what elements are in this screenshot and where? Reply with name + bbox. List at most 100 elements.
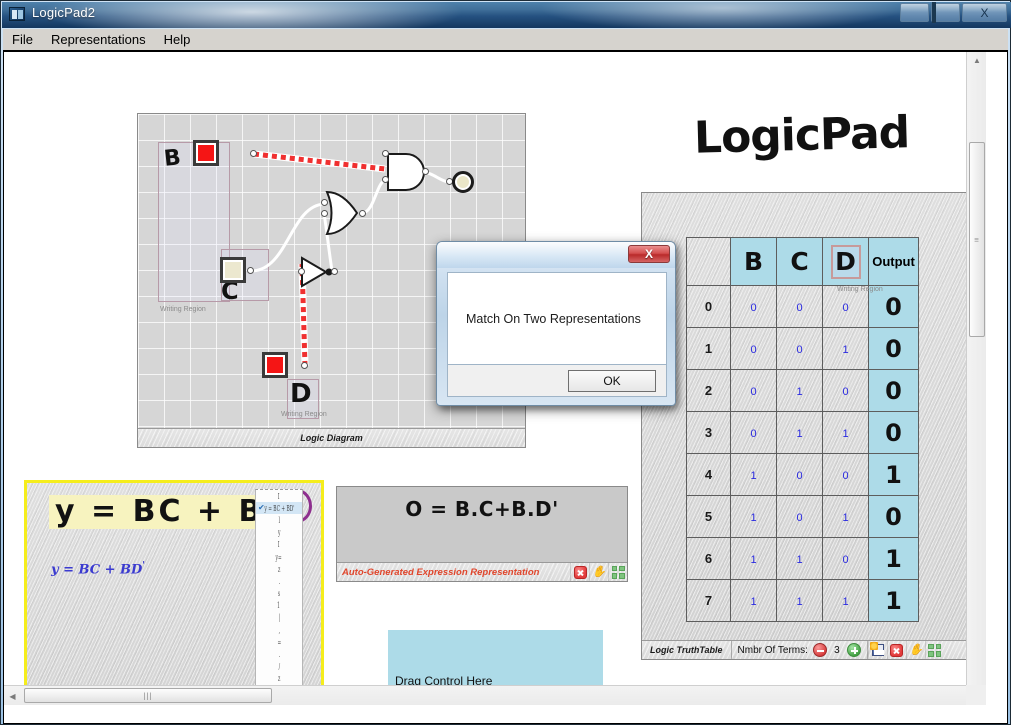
pin-and-in1[interactable]	[382, 150, 389, 157]
candidate-item-selected[interactable]: ✔ y = BC + BD'	[256, 502, 302, 515]
close-button[interactable]: X	[962, 3, 1007, 22]
delete-button[interactable]	[886, 641, 906, 659]
scroll-left-button[interactable]: ◀	[4, 686, 21, 705]
save-button[interactable]	[867, 641, 887, 659]
candidate-item[interactable]: 1	[256, 600, 302, 612]
header-b[interactable]: B	[730, 237, 777, 286]
arrange-button[interactable]	[924, 641, 944, 659]
scroll-up-button[interactable]: ▲	[967, 52, 986, 69]
truthtable-body[interactable]: B C D Output 0 0 0 0 0 1 0 0 1 0 2 0 1 0…	[642, 193, 980, 640]
candidate-item[interactable]: .	[256, 648, 302, 660]
candidate-item[interactable]: I	[256, 539, 302, 551]
table-row[interactable]: 5 1 0 1 0	[686, 495, 919, 538]
terms-control: Nmbr Of Terms: 3	[730, 641, 868, 659]
pan-button[interactable]: ✋	[589, 563, 608, 581]
maximize-button[interactable]	[931, 2, 960, 23]
logic-truthtable-panel[interactable]: B C D Output 0 0 0 0 0 1 0 0 1 0 2 0 1 0…	[641, 192, 981, 660]
increment-terms-button[interactable]	[846, 643, 861, 657]
dialog-ok-button[interactable]: OK	[568, 369, 656, 392]
candidate-item[interactable]: z	[256, 563, 302, 575]
grid-icon	[928, 643, 942, 657]
pin-or-in2[interactable]	[321, 210, 328, 217]
led-output[interactable]	[452, 171, 474, 193]
candidate-item[interactable]: l	[256, 514, 302, 526]
table-row[interactable]: 6 1 1 0 1	[686, 537, 919, 580]
save-icon	[869, 642, 884, 656]
pin-and-out[interactable]	[422, 168, 429, 175]
menu-item-representations[interactable]: Representations	[42, 30, 155, 49]
candidate-item[interactable]: ,	[256, 624, 302, 636]
pin-or-in1[interactable]	[321, 199, 328, 206]
table-row[interactable]: 4 1 0 0 1	[686, 453, 919, 496]
table-row[interactable]: 2 0 1 0 0	[686, 369, 919, 412]
pin-not-out[interactable]	[331, 268, 338, 275]
horizontal-scroll-thumb[interactable]: |||	[24, 688, 272, 703]
row-index: 4	[704, 466, 713, 482]
cell-d: 1	[842, 343, 849, 356]
header-b-label: B	[743, 247, 764, 276]
horizontal-scrollbar[interactable]: ◀ |||	[4, 685, 986, 705]
candidate-item[interactable]: s	[256, 588, 302, 600]
cell-c: 0	[796, 469, 803, 482]
logic-expression-panel[interactable]: y = BC + BD ' y = BC + BD' I ✔y = BC + B…	[24, 480, 324, 705]
recognized-expression-text: y = BC + BD	[51, 562, 143, 578]
menu-item-help[interactable]: Help	[155, 30, 200, 49]
window-title: LogicPad2	[32, 5, 96, 20]
minimize-button[interactable]	[900, 3, 929, 22]
candidate-item[interactable]: |	[256, 612, 302, 624]
pin-switch-d-out[interactable]	[301, 362, 308, 369]
cell-c: 0	[796, 511, 803, 524]
cell-b: 0	[750, 301, 757, 314]
row-index: 3	[704, 424, 713, 440]
table-row[interactable]: 1 0 0 1 0	[686, 327, 919, 370]
pin-and-in2[interactable]	[382, 176, 389, 183]
dialog-message: Match On Two Representations	[466, 311, 641, 326]
dialog-close-button[interactable]: X	[628, 245, 670, 263]
auto-expression-footer: Auto-Generated Expression Representation…	[337, 562, 627, 581]
auto-expression-body: O = B.C+B.D'	[337, 487, 627, 562]
close-icon: X	[644, 247, 654, 261]
candidate-item[interactable]: =	[256, 636, 302, 648]
vertical-scroll-thumb[interactable]: ≡	[969, 142, 985, 337]
candidate-item[interactable]: /	[256, 661, 302, 673]
truth-table[interactable]: B C D Output 0 0 0 0 0 1 0 0 1 0 2 0 1 0…	[686, 237, 919, 622]
candidate-label: .	[278, 576, 280, 586]
cell-output: 1	[885, 544, 902, 573]
delete-button[interactable]	[570, 563, 589, 581]
cell-d: 0	[842, 301, 849, 314]
cell-c: 1	[796, 427, 803, 440]
scroll-thumb-grip: ≡	[974, 235, 980, 244]
table-row[interactable]: 7 1 1 1 1	[686, 579, 919, 622]
table-row[interactable]: 0 0 0 0 0	[686, 285, 919, 328]
auto-expression-panel[interactable]: O = B.C+B.D' Auto-Generated Expression R…	[336, 486, 628, 582]
candidate-item[interactable]: I	[256, 490, 302, 502]
table-row[interactable]: 3 0 1 1 0	[686, 411, 919, 454]
pin-switch-c-out[interactable]	[247, 267, 254, 274]
header-d[interactable]: D	[822, 237, 869, 286]
terms-label: Nmbr Of Terms:	[737, 644, 808, 656]
candidate-item[interactable]: y	[256, 527, 302, 539]
auto-expression-footer-buttons: ✋	[570, 563, 627, 581]
header-d-label: D	[835, 247, 856, 276]
switch-b[interactable]	[193, 140, 219, 166]
candidate-label: =	[277, 637, 281, 647]
menu-item-file[interactable]: File	[3, 30, 42, 49]
switch-d[interactable]	[262, 352, 288, 378]
cell-d: 0	[842, 385, 849, 398]
pin-switch-b-out[interactable]	[250, 150, 257, 157]
decrement-terms-button[interactable]	[812, 643, 827, 657]
cell-b: 1	[750, 469, 757, 482]
pan-button[interactable]: ✋	[905, 641, 925, 659]
arrange-button[interactable]	[608, 563, 627, 581]
cell-c: 1	[796, 553, 803, 566]
cell-d: 1	[842, 595, 849, 608]
candidate-item[interactable]: y=	[256, 551, 302, 563]
recognition-candidate-list[interactable]: I ✔ y = BC + BD' l y I y= z . s 1 | , = .…	[255, 489, 303, 697]
candidate-item[interactable]: .	[256, 575, 302, 587]
truthtable-footer: Logic TruthTable Nmbr Of Terms: 3 ✋	[642, 640, 980, 659]
header-c[interactable]: C	[776, 237, 823, 286]
vertical-scrollbar[interactable]: ▲ ≡ ▼	[966, 52, 986, 705]
pin-or-out[interactable]	[359, 210, 366, 217]
switch-c[interactable]	[220, 257, 246, 283]
pin-not-in[interactable]	[298, 268, 305, 275]
